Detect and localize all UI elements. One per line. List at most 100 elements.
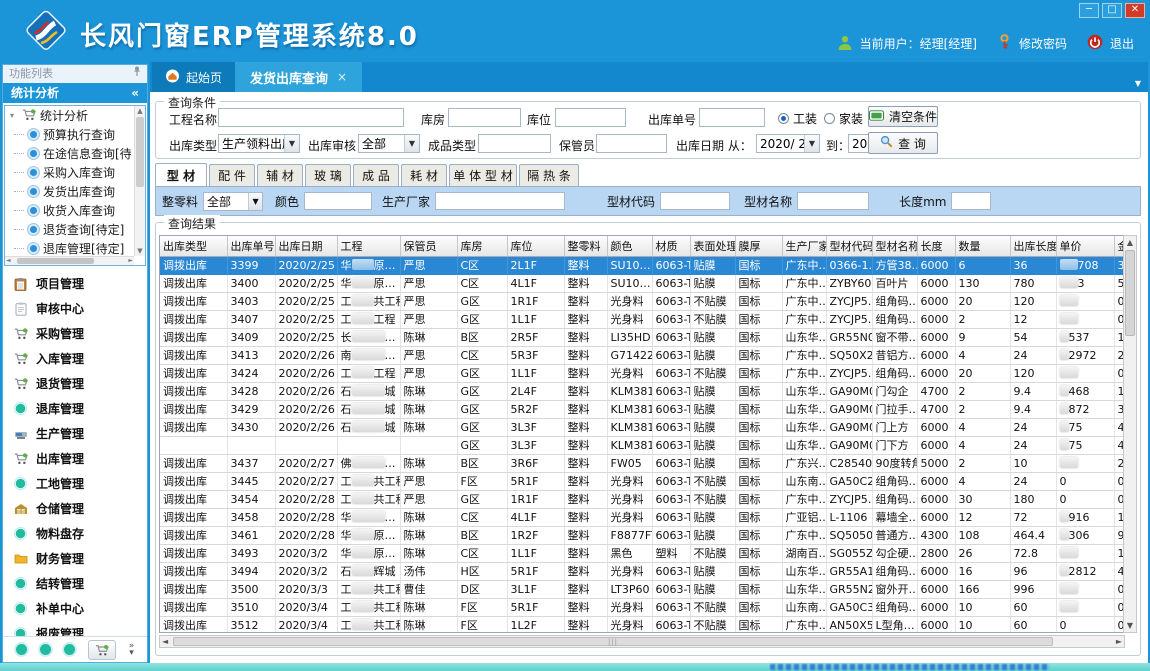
material-tab-0[interactable]: 型 材 bbox=[155, 163, 207, 186]
table-row[interactable]: 调拨出库34612020/2/28华原…陈琳B区1R2F整料F8877FT606… bbox=[160, 526, 1125, 544]
tree-item-5[interactable]: 退货查询[待定] bbox=[5, 220, 145, 239]
table-row[interactable]: 调拨出库34282020/2/26石城陈琳G区2L4F整料KLM38176063… bbox=[160, 382, 1125, 400]
outbound-audit-select[interactable]: 全部▼ bbox=[358, 134, 420, 153]
outbound-no-input[interactable] bbox=[699, 108, 765, 127]
filter-field-0[interactable]: 全部▼ bbox=[203, 192, 263, 211]
column-header-2[interactable]: 出库日期 bbox=[275, 236, 337, 256]
filter-field-5[interactable] bbox=[951, 192, 991, 210]
project-name-input[interactable] bbox=[218, 108, 404, 127]
tree-item-2[interactable]: 采购入库查询 bbox=[5, 163, 145, 182]
column-header-6[interactable]: 库位 bbox=[507, 236, 564, 256]
minimize-button[interactable]: ─ bbox=[1079, 3, 1099, 18]
sidebar-item-4[interactable]: 退货管理 bbox=[3, 371, 147, 396]
filter-field-3[interactable] bbox=[660, 192, 730, 210]
tab-shipping-outbound-query[interactable]: 发货出库查询 × bbox=[235, 62, 362, 92]
more-modules-button[interactable]: »▾ bbox=[129, 643, 135, 657]
sidebar-item-10[interactable]: 物料盘存 bbox=[3, 521, 147, 546]
table-row[interactable]: 调拨出库34032020/2/25工共工程严思G区1R1F整料光身料6063-T… bbox=[160, 292, 1125, 310]
tree-item-4[interactable]: 收货入库查询 bbox=[5, 201, 145, 220]
tab-close-icon[interactable]: × bbox=[337, 70, 347, 84]
column-header-7[interactable]: 整零料 bbox=[564, 236, 607, 256]
column-header-14[interactable]: 型材名称 bbox=[872, 236, 917, 256]
table-row[interactable]: 调拨出库34932020/3/2华原…陈琳C区1L1F整料黑色塑料不贴膜国标湖南… bbox=[160, 544, 1125, 562]
column-header-10[interactable]: 表面处理 bbox=[690, 236, 735, 256]
outbound-type-select[interactable]: 生产领料出库▼ bbox=[218, 134, 300, 153]
location-input[interactable] bbox=[555, 108, 626, 127]
table-row[interactable]: 调拨出库34942020/3/2石辉城汤伟H区5R1F整料光身料6063-T5贴… bbox=[160, 562, 1125, 580]
tree-root[interactable]: ▾ 统计分析 bbox=[5, 106, 145, 125]
column-header-17[interactable]: 出库长度 bbox=[1010, 236, 1056, 256]
tree-item-3[interactable]: 发货出库查询 bbox=[5, 182, 145, 201]
table-row[interactable]: 调拨出库34542020/2/28工共工程严思G区1R1F整料光身料6063-T… bbox=[160, 490, 1125, 508]
module-dot-icon[interactable] bbox=[16, 644, 27, 655]
warehouse-input[interactable] bbox=[448, 108, 521, 127]
material-tab-1[interactable]: 配 件 bbox=[209, 164, 255, 186]
date-from-select[interactable]: 2020/ 2/16▼ bbox=[756, 134, 820, 153]
sidebar-item-8[interactable]: 工地管理 bbox=[3, 471, 147, 496]
table-row[interactable]: 调拨出库34452020/2/27工共工程严思F区5R1F整料光身料6063-T… bbox=[160, 472, 1125, 490]
tab-home[interactable]: 起始页 bbox=[152, 62, 235, 92]
maximize-button[interactable]: □ bbox=[1102, 3, 1122, 18]
tree-item-1[interactable]: 在途信息查询[待 bbox=[5, 144, 145, 163]
sidebar-item-6[interactable]: 生产管理 bbox=[3, 421, 147, 446]
grid-vertical-scrollbar[interactable]: ▲▼ bbox=[1123, 235, 1137, 633]
filter-field-1[interactable] bbox=[304, 192, 372, 210]
table-row[interactable]: G区3L3F整料KLM38176063-T5贴膜国标山东华…GA90M09.门下… bbox=[160, 436, 1125, 454]
column-header-11[interactable]: 膜厚 bbox=[735, 236, 782, 256]
column-header-0[interactable]: 出库类型 bbox=[160, 236, 227, 256]
column-header-4[interactable]: 保管员 bbox=[400, 236, 457, 256]
search-button[interactable]: 查 询 bbox=[868, 132, 938, 154]
table-row[interactable]: 调拨出库33992020/2/25华原…严思C区2L1F整料SU10…6063-… bbox=[160, 256, 1125, 274]
radio-jiazhuang[interactable]: 家装 bbox=[824, 110, 863, 127]
sidebar-item-11[interactable]: 财务管理 bbox=[3, 546, 147, 571]
table-row[interactable]: 调拨出库34302020/2/26石城陈琳G区3L3F整料KLM38176063… bbox=[160, 418, 1125, 436]
material-tab-6[interactable]: 单 体 型 材 bbox=[449, 164, 517, 186]
material-tab-7[interactable]: 隔 热 条 bbox=[519, 164, 579, 186]
grid-horizontal-scrollbar[interactable]: ◄|||► bbox=[159, 635, 1125, 648]
sidebar-item-1[interactable]: 审核中心 bbox=[3, 296, 147, 321]
table-row[interactable]: 调拨出库34292020/2/26石城陈琳G区5R2F整料KLM38176063… bbox=[160, 400, 1125, 418]
close-button[interactable]: ✕ bbox=[1125, 3, 1145, 18]
filter-field-2[interactable] bbox=[435, 192, 565, 210]
table-row[interactable]: 调拨出库34242020/2/26工工程严思G区1L1F整料光身料6063-T5… bbox=[160, 364, 1125, 382]
sidebar-item-0[interactable]: 项目管理 bbox=[3, 271, 147, 296]
tree-item-0[interactable]: 预算执行查询 bbox=[5, 125, 145, 144]
pin-icon[interactable] bbox=[133, 65, 141, 83]
table-row[interactable]: 调拨出库34132020/2/26南…严思C区5R3F整料G714226063-… bbox=[160, 346, 1125, 364]
column-header-12[interactable]: 生产厂家 bbox=[782, 236, 826, 256]
column-header-9[interactable]: 材质 bbox=[652, 236, 690, 256]
collapse-icon[interactable]: « bbox=[131, 83, 139, 103]
table-row[interactable]: 调拨出库34072020/2/25工工程严思G区1L1F整料光身料6063-T5… bbox=[160, 310, 1125, 328]
sidebar-item-7[interactable]: 出库管理 bbox=[3, 446, 147, 471]
keeper-input[interactable] bbox=[596, 134, 667, 153]
sidebar-item-2[interactable]: 采购管理 bbox=[3, 321, 147, 346]
table-row[interactable]: 调拨出库34582020/2/28华…陈琳C区4L1F整料光身料6063-T5贴… bbox=[160, 508, 1125, 526]
tree-vertical-scrollbar[interactable]: ▲▼ bbox=[134, 106, 145, 256]
column-header-18[interactable]: 单价 bbox=[1056, 236, 1114, 256]
column-header-3[interactable]: 工程 bbox=[337, 236, 400, 256]
tab-list-dropdown-icon[interactable]: ▼ bbox=[1135, 79, 1141, 88]
sidebar-item-3[interactable]: 入库管理 bbox=[3, 346, 147, 371]
column-header-15[interactable]: 长度 bbox=[917, 236, 955, 256]
material-tab-3[interactable]: 玻 璃 bbox=[305, 164, 351, 186]
column-header-13[interactable]: 型材代码 bbox=[826, 236, 872, 256]
column-header-5[interactable]: 库房 bbox=[457, 236, 507, 256]
module-cart-button[interactable] bbox=[88, 640, 116, 660]
table-row[interactable]: 调拨出库34092020/2/25长…陈琳B区2R5F整料LI35HD6063-… bbox=[160, 328, 1125, 346]
sidebar-group-header[interactable]: 统计分析 « bbox=[3, 83, 147, 103]
clear-conditions-button[interactable]: 清空条件 bbox=[868, 106, 938, 127]
sidebar-item-5[interactable]: 退库管理 bbox=[3, 396, 147, 421]
material-tab-5[interactable]: 耗 材 bbox=[401, 164, 447, 186]
table-row[interactable]: 调拨出库34002020/2/25华原…严思C区4L1F整料SU10…6063-… bbox=[160, 274, 1125, 292]
table-row[interactable]: 调拨出库35122020/3/4工共工程陈琳F区1L2F整料光身料6063-T5… bbox=[160, 616, 1125, 633]
material-tab-2[interactable]: 辅 材 bbox=[257, 164, 303, 186]
column-header-1[interactable]: 出库单号 bbox=[227, 236, 275, 256]
module-dot-icon[interactable] bbox=[64, 644, 75, 655]
logout-link[interactable]: 退出 bbox=[1110, 35, 1134, 52]
module-dot-icon[interactable] bbox=[40, 644, 51, 655]
filter-field-4[interactable] bbox=[797, 192, 869, 210]
table-row[interactable]: 调拨出库35102020/3/4工共工程陈琳F区5R1F整料光身料6063-T5… bbox=[160, 598, 1125, 616]
table-row[interactable]: 调拨出库34372020/2/27佛…陈琳B区3R6F整料FW056063-T5… bbox=[160, 454, 1125, 472]
column-header-16[interactable]: 数量 bbox=[955, 236, 1010, 256]
sidebar-item-9[interactable]: 仓储管理 bbox=[3, 496, 147, 521]
